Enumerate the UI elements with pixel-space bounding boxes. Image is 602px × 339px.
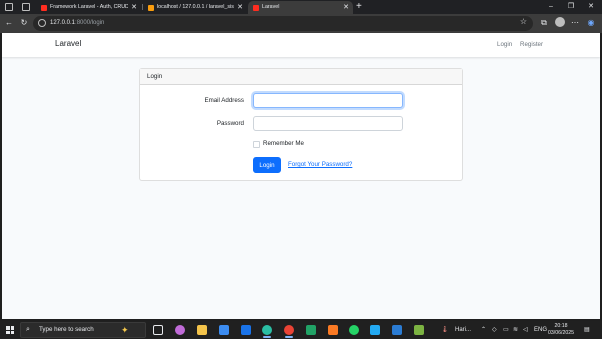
- weather-icon[interactable]: 🌡: [441, 325, 449, 335]
- email-label: Email Address: [204, 97, 244, 104]
- laravel-favicon-icon: [253, 5, 259, 11]
- bookmark-star-icon[interactable]: ☆: [520, 17, 527, 26]
- brand-link[interactable]: Laravel: [55, 39, 81, 48]
- nav-register-link[interactable]: Register: [520, 41, 543, 48]
- menu-dots-icon[interactable]: ⋯: [569, 17, 581, 29]
- remember-me-label[interactable]: Remember Me: [263, 140, 304, 147]
- wifi-icon[interactable]: ≋: [513, 325, 518, 335]
- tab-title: Laravel: [262, 4, 280, 10]
- tab-laravel[interactable]: Laravel ✕: [248, 1, 353, 14]
- file-explorer-icon[interactable]: [197, 325, 207, 335]
- email-field[interactable]: [253, 93, 403, 108]
- vscode-icon[interactable]: [370, 325, 380, 335]
- clock-time: 20:18: [554, 323, 568, 329]
- clock[interactable]: 20:18 03/06/2025: [548, 323, 574, 337]
- tab-actions-icon[interactable]: [22, 3, 30, 11]
- card-header: Login: [140, 69, 462, 85]
- store-icon[interactable]: [219, 325, 229, 335]
- network-icon[interactable]: ◇: [492, 325, 497, 335]
- clock-date: 03/06/2025: [548, 330, 574, 336]
- active-app-indicator: [263, 336, 271, 338]
- close-tab-icon[interactable]: ✕: [237, 1, 243, 14]
- laravel-favicon-icon: [41, 5, 47, 11]
- windows-logo-icon: [6, 330, 10, 334]
- notifications-icon[interactable]: ▤: [584, 325, 590, 335]
- windows-logo-icon: [10, 326, 14, 330]
- tab-title: localhost / 127.0.0.1 / laravel_sis: [157, 4, 234, 10]
- remember-me-checkbox[interactable]: [253, 141, 260, 148]
- address-bar[interactable]: 127.0.0.1:8000/login ☆: [33, 16, 533, 31]
- start-button[interactable]: [6, 326, 14, 334]
- weather-label[interactable]: Hari...: [455, 321, 471, 339]
- sparkle-icon: ✦: [121, 325, 129, 335]
- notepad-plus-icon[interactable]: [414, 325, 424, 335]
- task-view-icon[interactable]: [153, 325, 163, 335]
- url-host: 127.0.0.1: [50, 20, 76, 26]
- battery-icon[interactable]: ▭: [503, 325, 509, 335]
- language-indicator[interactable]: ENG: [534, 325, 547, 335]
- tab-title: Framework Laravel - Auth, CRUD: [50, 4, 128, 10]
- password-field[interactable]: [253, 116, 403, 131]
- xampp-icon[interactable]: [328, 325, 338, 335]
- taskbar-search-box[interactable]: ⌕ Type here to search ✦: [20, 322, 146, 338]
- new-tab-button[interactable]: +: [356, 1, 362, 13]
- close-window-button[interactable]: ✕: [581, 0, 601, 14]
- browser-tab-strip: Framework Laravel - Auth, CRUD ✕ localho…: [0, 0, 602, 14]
- extensions-icon[interactable]: ⧉: [538, 17, 550, 29]
- close-tab-icon[interactable]: ✕: [343, 1, 349, 14]
- whatsapp-icon[interactable]: [349, 325, 359, 335]
- word-icon[interactable]: [392, 325, 402, 335]
- navbar: Laravel Login Register: [2, 33, 600, 57]
- profile-avatar[interactable]: [555, 17, 565, 27]
- password-label: Password: [216, 120, 244, 127]
- copilot-app-icon[interactable]: [175, 325, 185, 335]
- volume-icon[interactable]: ◁: [523, 325, 528, 335]
- phpmyadmin-favicon-icon: [148, 5, 154, 11]
- tab-phpmyadmin[interactable]: localhost / 127.0.0.1 / laravel_sis ✕: [143, 1, 247, 14]
- active-app-indicator: [285, 336, 293, 338]
- windows-taskbar: ⌕ Type here to search ✦ 🌡 Hari... ⌃ ◇ ▭ …: [0, 321, 602, 339]
- windows-logo-icon: [10, 330, 14, 334]
- copilot-icon[interactable]: ◉: [585, 17, 597, 29]
- back-icon[interactable]: ←: [3, 17, 15, 29]
- web-page: Laravel Login Register Login Email Addre…: [2, 33, 600, 319]
- close-tab-icon[interactable]: ✕: [131, 1, 137, 14]
- login-button[interactable]: Login: [253, 157, 281, 173]
- url-path: :8000/login: [75, 20, 105, 26]
- window-menu-icon[interactable]: [5, 3, 13, 11]
- forgot-password-link[interactable]: Forgot Your Password?: [288, 161, 352, 168]
- login-card: Login Email Address Password Remember Me…: [139, 68, 463, 181]
- outlook-icon[interactable]: [241, 325, 251, 335]
- tab-framework-laravel[interactable]: Framework Laravel - Auth, CRUD ✕: [36, 1, 141, 14]
- browser-toolbar: ← ↻ 127.0.0.1:8000/login ☆ ⧉ ⋯ ◉: [0, 14, 602, 33]
- windows-logo-icon: [6, 326, 10, 330]
- maximize-button[interactable]: ❐: [561, 0, 581, 14]
- spreadsheet-app-icon[interactable]: [306, 325, 316, 335]
- url-text[interactable]: 127.0.0.1:8000/login: [50, 16, 104, 31]
- site-info-icon[interactable]: [38, 19, 46, 27]
- minimize-button[interactable]: –: [541, 0, 561, 14]
- search-placeholder: Type here to search: [39, 326, 94, 333]
- chevron-up-icon[interactable]: ⌃: [481, 325, 486, 335]
- search-icon: ⌕: [26, 326, 30, 333]
- chrome-icon[interactable]: [284, 325, 294, 335]
- edge-icon[interactable]: [262, 325, 272, 335]
- nav-login-link[interactable]: Login: [497, 41, 512, 48]
- reload-icon[interactable]: ↻: [18, 17, 30, 29]
